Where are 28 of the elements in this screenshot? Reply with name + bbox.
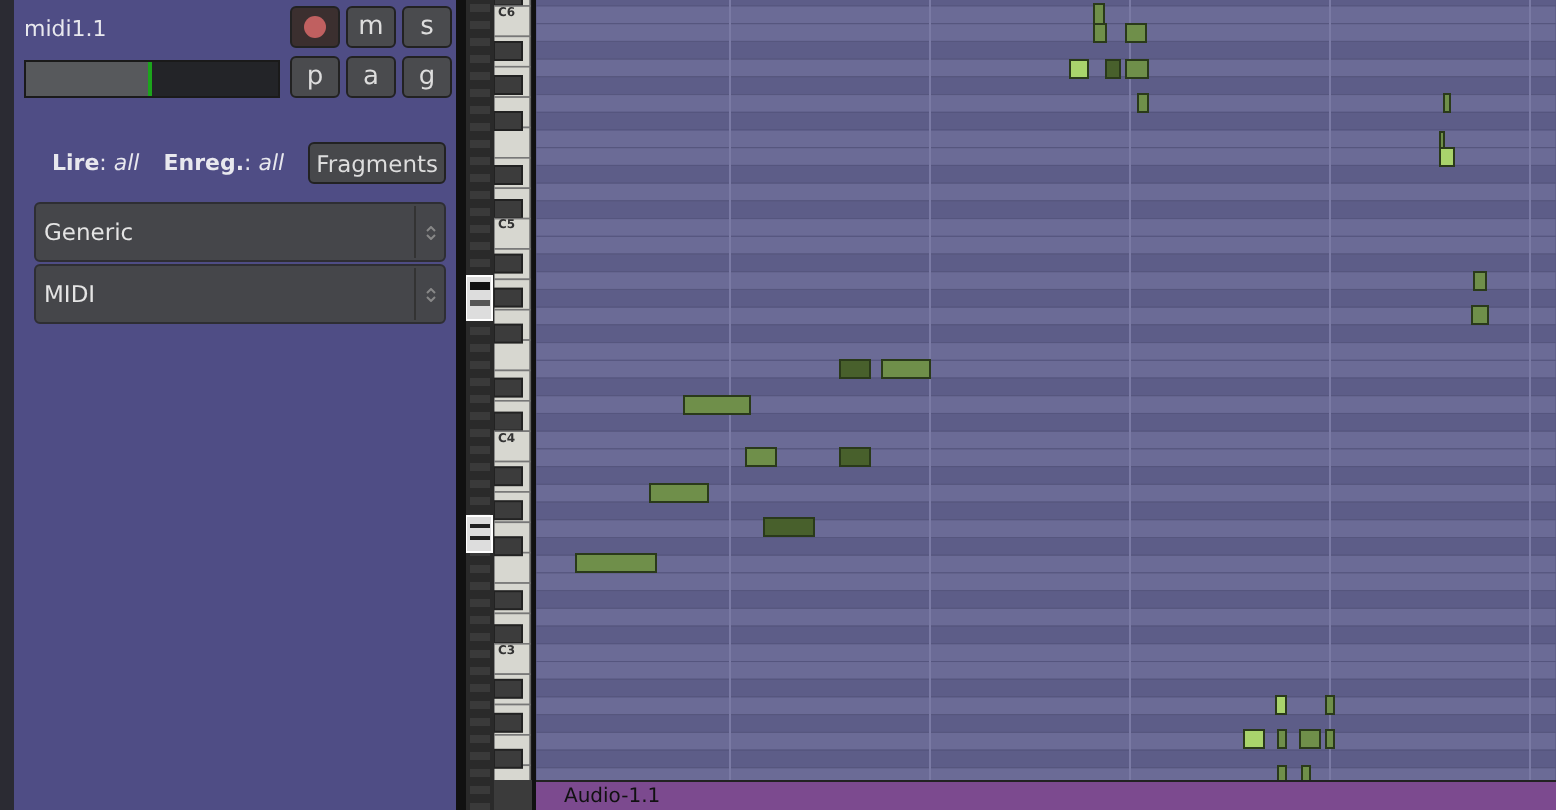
midi-note[interactable]: [1243, 729, 1265, 749]
piano-keyboard-drawing[interactable]: [494, 0, 532, 780]
updown-arrows-icon: [425, 225, 435, 239]
track-toggle-button[interactable]: a: [346, 55, 396, 97]
midi-note[interactable]: [1125, 59, 1149, 79]
midi-note[interactable]: [745, 447, 777, 467]
midi-note[interactable]: [683, 395, 751, 415]
midi-note[interactable]: [1093, 3, 1105, 25]
fragments-button[interactable]: Fragments: [308, 142, 446, 184]
dropdown[interactable]: Generic: [34, 202, 446, 262]
record-button[interactable]: [290, 6, 340, 48]
piano-footer: [494, 780, 532, 810]
midi-note[interactable]: [1299, 729, 1321, 749]
track-toggle-button[interactable]: s: [402, 6, 452, 48]
track-toggle-button[interactable]: p: [290, 55, 340, 97]
dropdown[interactable]: MIDI: [34, 264, 446, 324]
midi-note[interactable]: [649, 483, 709, 503]
track-toggle-button[interactable]: m: [346, 6, 396, 48]
midi-note[interactable]: [881, 359, 931, 379]
track-name: midi1.1: [24, 16, 109, 42]
record-mode-label: Enreg.: all: [163, 150, 285, 176]
updown-arrows-icon: [425, 287, 435, 301]
track-toggle-button[interactable]: g: [402, 55, 452, 97]
midi-note[interactable]: [575, 553, 657, 573]
mini-keyboard-drawing[interactable]: [466, 0, 494, 810]
playback-label: Lire: all: [51, 150, 140, 176]
midi-note[interactable]: [1125, 23, 1147, 43]
region-name: Audio-1.1: [564, 785, 661, 807]
